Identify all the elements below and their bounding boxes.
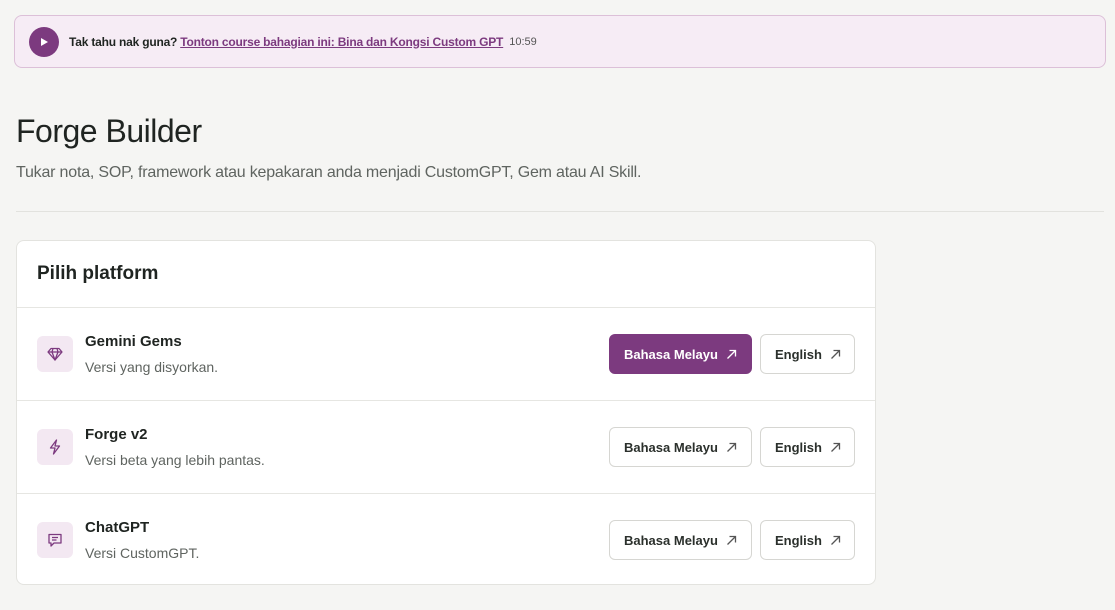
card-title: Pilih platform	[37, 263, 159, 284]
platform-name: Forge v2	[85, 426, 148, 443]
external-link-icon	[830, 349, 841, 360]
course-link[interactable]: Tonton course bahagian ini: Bina dan Kon…	[180, 35, 503, 49]
chatgpt-english-button[interactable]: English	[760, 520, 855, 560]
external-link-icon	[830, 535, 841, 546]
section-divider	[16, 211, 1104, 212]
gemini-malay-button[interactable]: Bahasa Melayu	[609, 334, 752, 374]
button-label: Bahasa Melayu	[624, 439, 718, 455]
card-header: Pilih platform	[17, 241, 875, 308]
platform-row-gemini-gems: Gemini Gems Versi yang disyorkan. Bahasa…	[17, 308, 875, 401]
external-link-icon	[726, 442, 737, 453]
platform-icon-box	[37, 429, 73, 465]
platform-description: Versi CustomGPT.	[85, 545, 200, 561]
platform-card: Pilih platform Gemini Gems Versi yang di…	[16, 240, 876, 585]
button-label: English	[775, 346, 822, 362]
platform-description: Versi beta yang lebih pantas.	[85, 452, 265, 468]
platform-row-forge-v2: Forge v2 Versi beta yang lebih pantas. B…	[17, 401, 875, 494]
course-banner: Tak tahu nak guna? Tonton course bahagia…	[14, 15, 1106, 68]
gemini-english-button[interactable]: English	[760, 334, 855, 374]
page-title: Forge Builder	[16, 113, 202, 149]
button-label: Bahasa Melayu	[624, 532, 718, 548]
forge-english-button[interactable]: English	[760, 427, 855, 467]
platform-name: Gemini Gems	[85, 333, 182, 350]
platform-icon-box	[37, 336, 73, 372]
external-link-icon	[830, 442, 841, 453]
external-link-icon	[726, 349, 737, 360]
platform-description: Versi yang disyorkan.	[85, 359, 219, 375]
button-label: English	[775, 532, 822, 548]
forge-malay-button[interactable]: Bahasa Melayu	[609, 427, 752, 467]
platform-name: ChatGPT	[85, 519, 150, 536]
banner-lead-text: Tak tahu nak guna?	[69, 34, 178, 49]
chatgpt-malay-button[interactable]: Bahasa Melayu	[609, 520, 752, 560]
external-link-icon	[726, 535, 737, 546]
play-button[interactable]	[29, 26, 59, 57]
button-label: English	[775, 439, 822, 455]
video-duration: 10:59	[509, 35, 537, 48]
chat-icon	[48, 533, 62, 547]
diamond-icon	[47, 347, 63, 361]
play-icon	[41, 37, 48, 46]
platform-icon-box	[37, 522, 73, 558]
platform-row-chatgpt: ChatGPT Versi CustomGPT. Bahasa Melayu E…	[17, 494, 875, 584]
lightning-icon	[49, 439, 61, 455]
button-label: Bahasa Melayu	[624, 346, 718, 362]
page-subtitle: Tukar nota, SOP, framework atau kepakara…	[16, 164, 642, 181]
